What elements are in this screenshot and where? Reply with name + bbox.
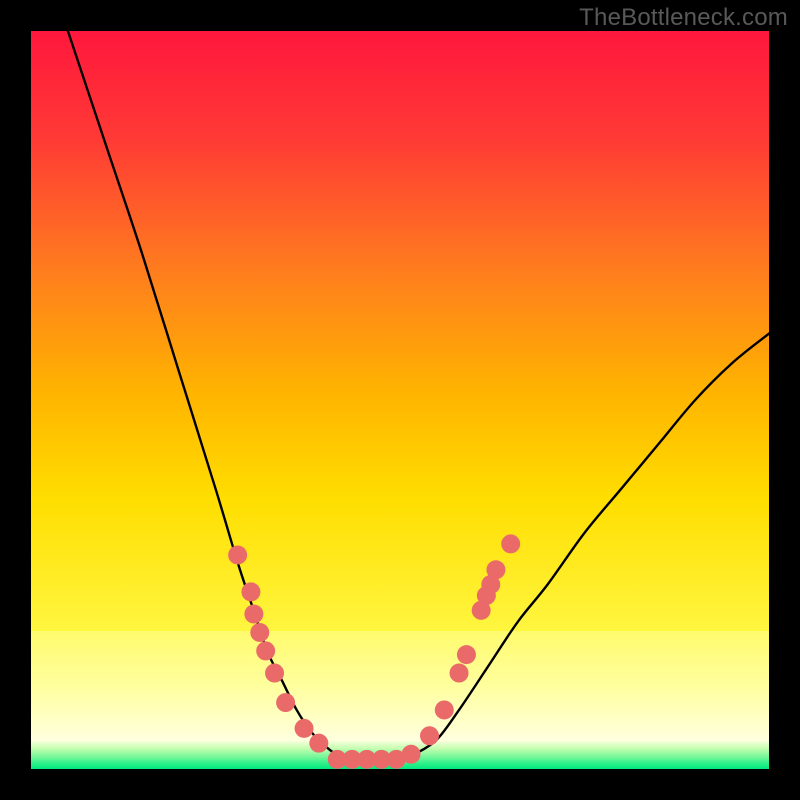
bg-gradient-main [31, 31, 769, 631]
marker-22 [486, 560, 505, 579]
marker-8 [309, 734, 328, 753]
chart-svg [31, 31, 769, 769]
marker-16 [435, 700, 454, 719]
marker-7 [295, 719, 314, 738]
marker-2 [244, 605, 263, 624]
marker-5 [265, 664, 284, 683]
marker-1 [241, 582, 260, 601]
bg-pale-band [31, 631, 769, 741]
marker-6 [276, 693, 295, 712]
attribution-text: TheBottleneck.com [579, 4, 788, 32]
marker-18 [457, 645, 476, 664]
plot-area [31, 31, 769, 769]
chart-frame: TheBottleneck.com [0, 0, 800, 800]
marker-3 [250, 623, 269, 642]
marker-15 [420, 726, 439, 745]
marker-0 [228, 545, 247, 564]
marker-4 [256, 641, 275, 660]
marker-23 [501, 534, 520, 553]
marker-14 [402, 745, 421, 764]
marker-17 [450, 664, 469, 683]
